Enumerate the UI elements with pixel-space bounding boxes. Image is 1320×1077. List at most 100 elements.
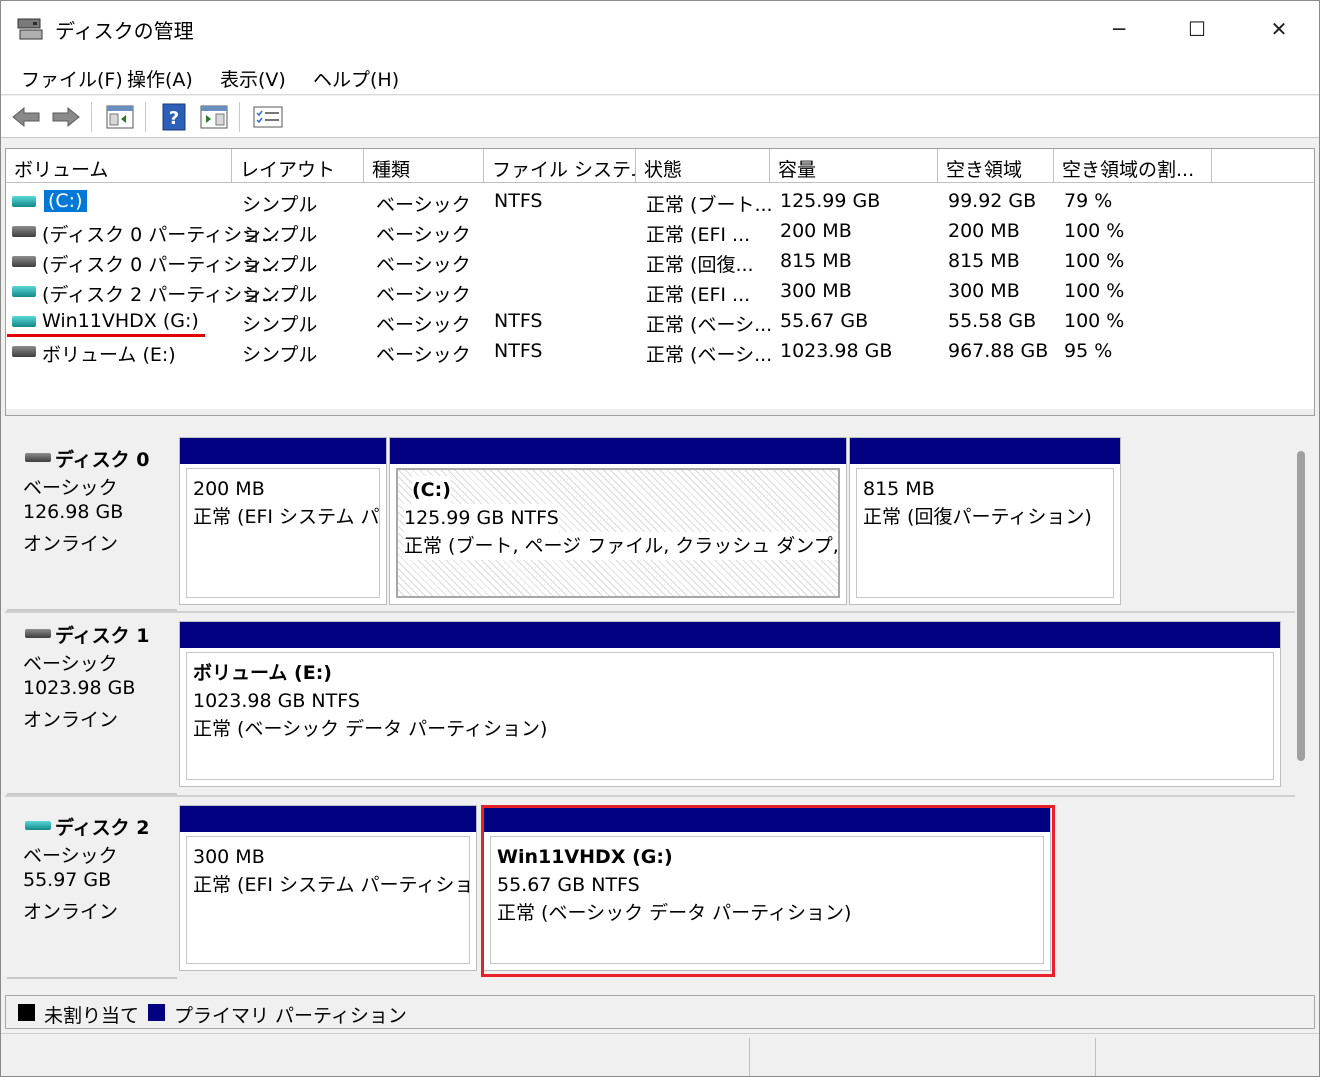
volume-capacity: 200 MB <box>780 220 852 242</box>
show-hide-action-pane-button[interactable] <box>199 102 229 132</box>
disk-drive-icon <box>25 453 51 462</box>
gray-drive-icon <box>12 346 36 357</box>
volume-free-percent: 79 % <box>1064 190 1113 212</box>
partition-status: 正常 (EFI システム パー <box>193 506 380 528</box>
partition-e-drive[interactable]: ボリューム (E:) 1023.98 GB NTFS 正常 (ベーシック データ… <box>179 621 1281 787</box>
partition-body: 815 MB 正常 (回復パーティション) <box>856 468 1114 598</box>
toolbar-separator <box>145 102 146 132</box>
window-title: ディスクの管理 <box>55 19 194 43</box>
gray-drive-icon <box>12 226 36 237</box>
volume-filesystem: NTFS <box>494 340 543 362</box>
maximize-icon: ☐ <box>1188 17 1206 41</box>
red-annotation-underline <box>7 334 205 337</box>
disk-row-separator <box>5 611 1295 613</box>
volume-status: 正常 (ブート... <box>646 194 773 216</box>
volume-free-space: 815 MB <box>948 250 1020 272</box>
partition-body: ボリューム (E:) 1023.98 GB NTFS 正常 (ベーシック データ… <box>186 652 1274 780</box>
column-header-filesystem[interactable]: ファイル システム <box>484 149 636 183</box>
column-header-status[interactable]: 状態 <box>636 149 770 183</box>
volume-name: ボリューム (E:) <box>42 344 176 366</box>
disk-management-icon <box>17 17 43 41</box>
volume-row[interactable]: (C:) シンプル ベーシック NTFS 正常 (ブート... 125.99 G… <box>6 186 1314 216</box>
gray-drive-icon <box>12 256 36 267</box>
help-button[interactable]: ? <box>159 102 189 132</box>
volume-row[interactable]: (ディスク 2 パーティショ... シンプル ベーシック 正常 (EFI ...… <box>6 276 1314 306</box>
volume-status: 正常 (EFI ... <box>646 224 751 246</box>
partition-body-selected: (C:) 125.99 GB NTFS 正常 (ブート, ページ ファイル, ク… <box>396 468 840 598</box>
disk-1-label[interactable]: ディスク 1 ベーシック 1023.98 GB オンライン <box>7 615 177 795</box>
volume-free-percent: 95 % <box>1064 340 1113 362</box>
volume-row[interactable]: (ディスク 0 パーティショ... シンプル ベーシック 正常 (EFI ...… <box>6 216 1314 246</box>
disk-size: 55.97 GB <box>23 869 112 891</box>
list-view-button[interactable] <box>253 102 283 132</box>
volume-free-space: 967.88 GB <box>948 340 1049 362</box>
show-hide-console-tree-button[interactable] <box>105 102 135 132</box>
svg-text:?: ? <box>169 108 179 129</box>
column-header-volume[interactable]: ボリューム <box>6 149 232 183</box>
volume-capacity: 125.99 GB <box>780 190 881 212</box>
partition-c-drive[interactable]: (C:) 125.99 GB NTFS 正常 (ブート, ページ ファイル, ク… <box>389 437 847 605</box>
teal-drive-icon <box>12 196 36 207</box>
legend-unallocated: 未割り当て <box>44 1005 140 1027</box>
forward-arrow-icon <box>52 106 80 128</box>
menu-help[interactable]: ヘルプ(H) <box>313 65 399 92</box>
partition-efi-disk0[interactable]: 200 MB 正常 (EFI システム パー <box>179 437 387 605</box>
back-arrow-icon <box>12 106 40 128</box>
forward-button[interactable] <box>51 102 81 132</box>
disk-row-separator <box>5 795 1295 797</box>
volume-filesystem: NTFS <box>494 190 543 212</box>
partition-size: 300 MB <box>193 846 265 868</box>
primary-partition-bar <box>484 806 1050 832</box>
partition-g-drive[interactable]: Win11VHDX (G:) 55.67 GB NTFS 正常 (ベーシック デ… <box>483 805 1051 971</box>
volume-layout: シンプル <box>242 194 318 216</box>
volume-row[interactable]: (ディスク 0 パーティショ... シンプル ベーシック 正常 (回復... 8… <box>6 246 1314 276</box>
back-button[interactable] <box>11 102 41 132</box>
volume-row[interactable]: Win11VHDX (G:) シンプル ベーシック NTFS 正常 (ベーシ..… <box>6 306 1314 336</box>
volume-type: ベーシック <box>376 284 471 306</box>
partition-size: 125.99 GB NTFS <box>404 504 559 532</box>
column-header-free-percent[interactable]: 空き領域の割... <box>1054 149 1212 183</box>
disk-state: オンライン <box>23 709 119 731</box>
column-header-capacity[interactable]: 容量 <box>770 149 938 183</box>
volume-status: 正常 (ベーシ... <box>646 344 773 366</box>
disk-type: ベーシック <box>23 653 118 675</box>
partition-efi-disk2[interactable]: 300 MB 正常 (EFI システム パーティション) <box>179 805 477 971</box>
column-header-free-space[interactable]: 空き領域 <box>938 149 1054 183</box>
partition-status: 正常 (ブート, ページ ファイル, クラッシュ ダンプ, ベーシック <box>404 532 838 560</box>
status-bar <box>1 1033 1319 1076</box>
close-button[interactable]: ✕ <box>1239 1 1319 57</box>
disk-0-label[interactable]: ディスク 0 ベーシック 126.98 GB オンライン <box>7 429 177 611</box>
partition-recovery-disk0[interactable]: 815 MB 正常 (回復パーティション) <box>849 437 1121 605</box>
disk-type: ベーシック <box>23 845 118 867</box>
scrollbar-thumb[interactable] <box>1297 451 1305 761</box>
volume-capacity: 55.67 GB <box>780 310 869 332</box>
menu-view[interactable]: 表示(V) <box>220 65 286 92</box>
disk-map-scrollbar[interactable] <box>1295 447 1307 777</box>
volume-free-percent: 100 % <box>1064 250 1125 272</box>
volume-free-space: 300 MB <box>948 280 1020 302</box>
menu-bar: ファイル(F) 操作(A) 表示(V) ヘルプ(H) <box>1 57 1319 95</box>
minimize-button[interactable]: ─ <box>1079 1 1159 57</box>
partition-size: 55.67 GB NTFS <box>497 874 640 896</box>
volume-name: (C:) <box>44 190 87 212</box>
partition-status: 正常 (回復パーティション) <box>863 506 1092 528</box>
volume-list-scrollbar[interactable] <box>6 409 1314 415</box>
partition-label: ボリューム (E:) <box>193 662 332 684</box>
partition-size: 200 MB <box>193 478 265 500</box>
volume-free-percent: 100 % <box>1064 220 1125 242</box>
primary-partition-bar <box>850 438 1120 464</box>
menu-file[interactable]: ファイル(F) <box>21 65 123 92</box>
volume-free-space: 55.58 GB <box>948 310 1037 332</box>
maximize-button[interactable]: ☐ <box>1157 1 1237 57</box>
primary-partition-bar <box>180 622 1280 648</box>
disk-2-label[interactable]: ディスク 2 ベーシック 55.97 GB オンライン <box>7 799 177 979</box>
column-header-type[interactable]: 種類 <box>364 149 484 183</box>
legend-bar: 未割り当て プライマリ パーティション <box>5 995 1315 1029</box>
volume-layout: シンプル <box>242 254 318 276</box>
menu-action[interactable]: 操作(A) <box>127 65 193 92</box>
volume-row[interactable]: ボリューム (E:) シンプル ベーシック NTFS 正常 (ベーシ... 10… <box>6 336 1314 366</box>
column-header-layout[interactable]: レイアウト <box>232 149 364 183</box>
volume-status: 正常 (EFI ... <box>646 284 751 306</box>
disk-state: オンライン <box>23 533 119 555</box>
close-icon: ✕ <box>1270 17 1288 41</box>
